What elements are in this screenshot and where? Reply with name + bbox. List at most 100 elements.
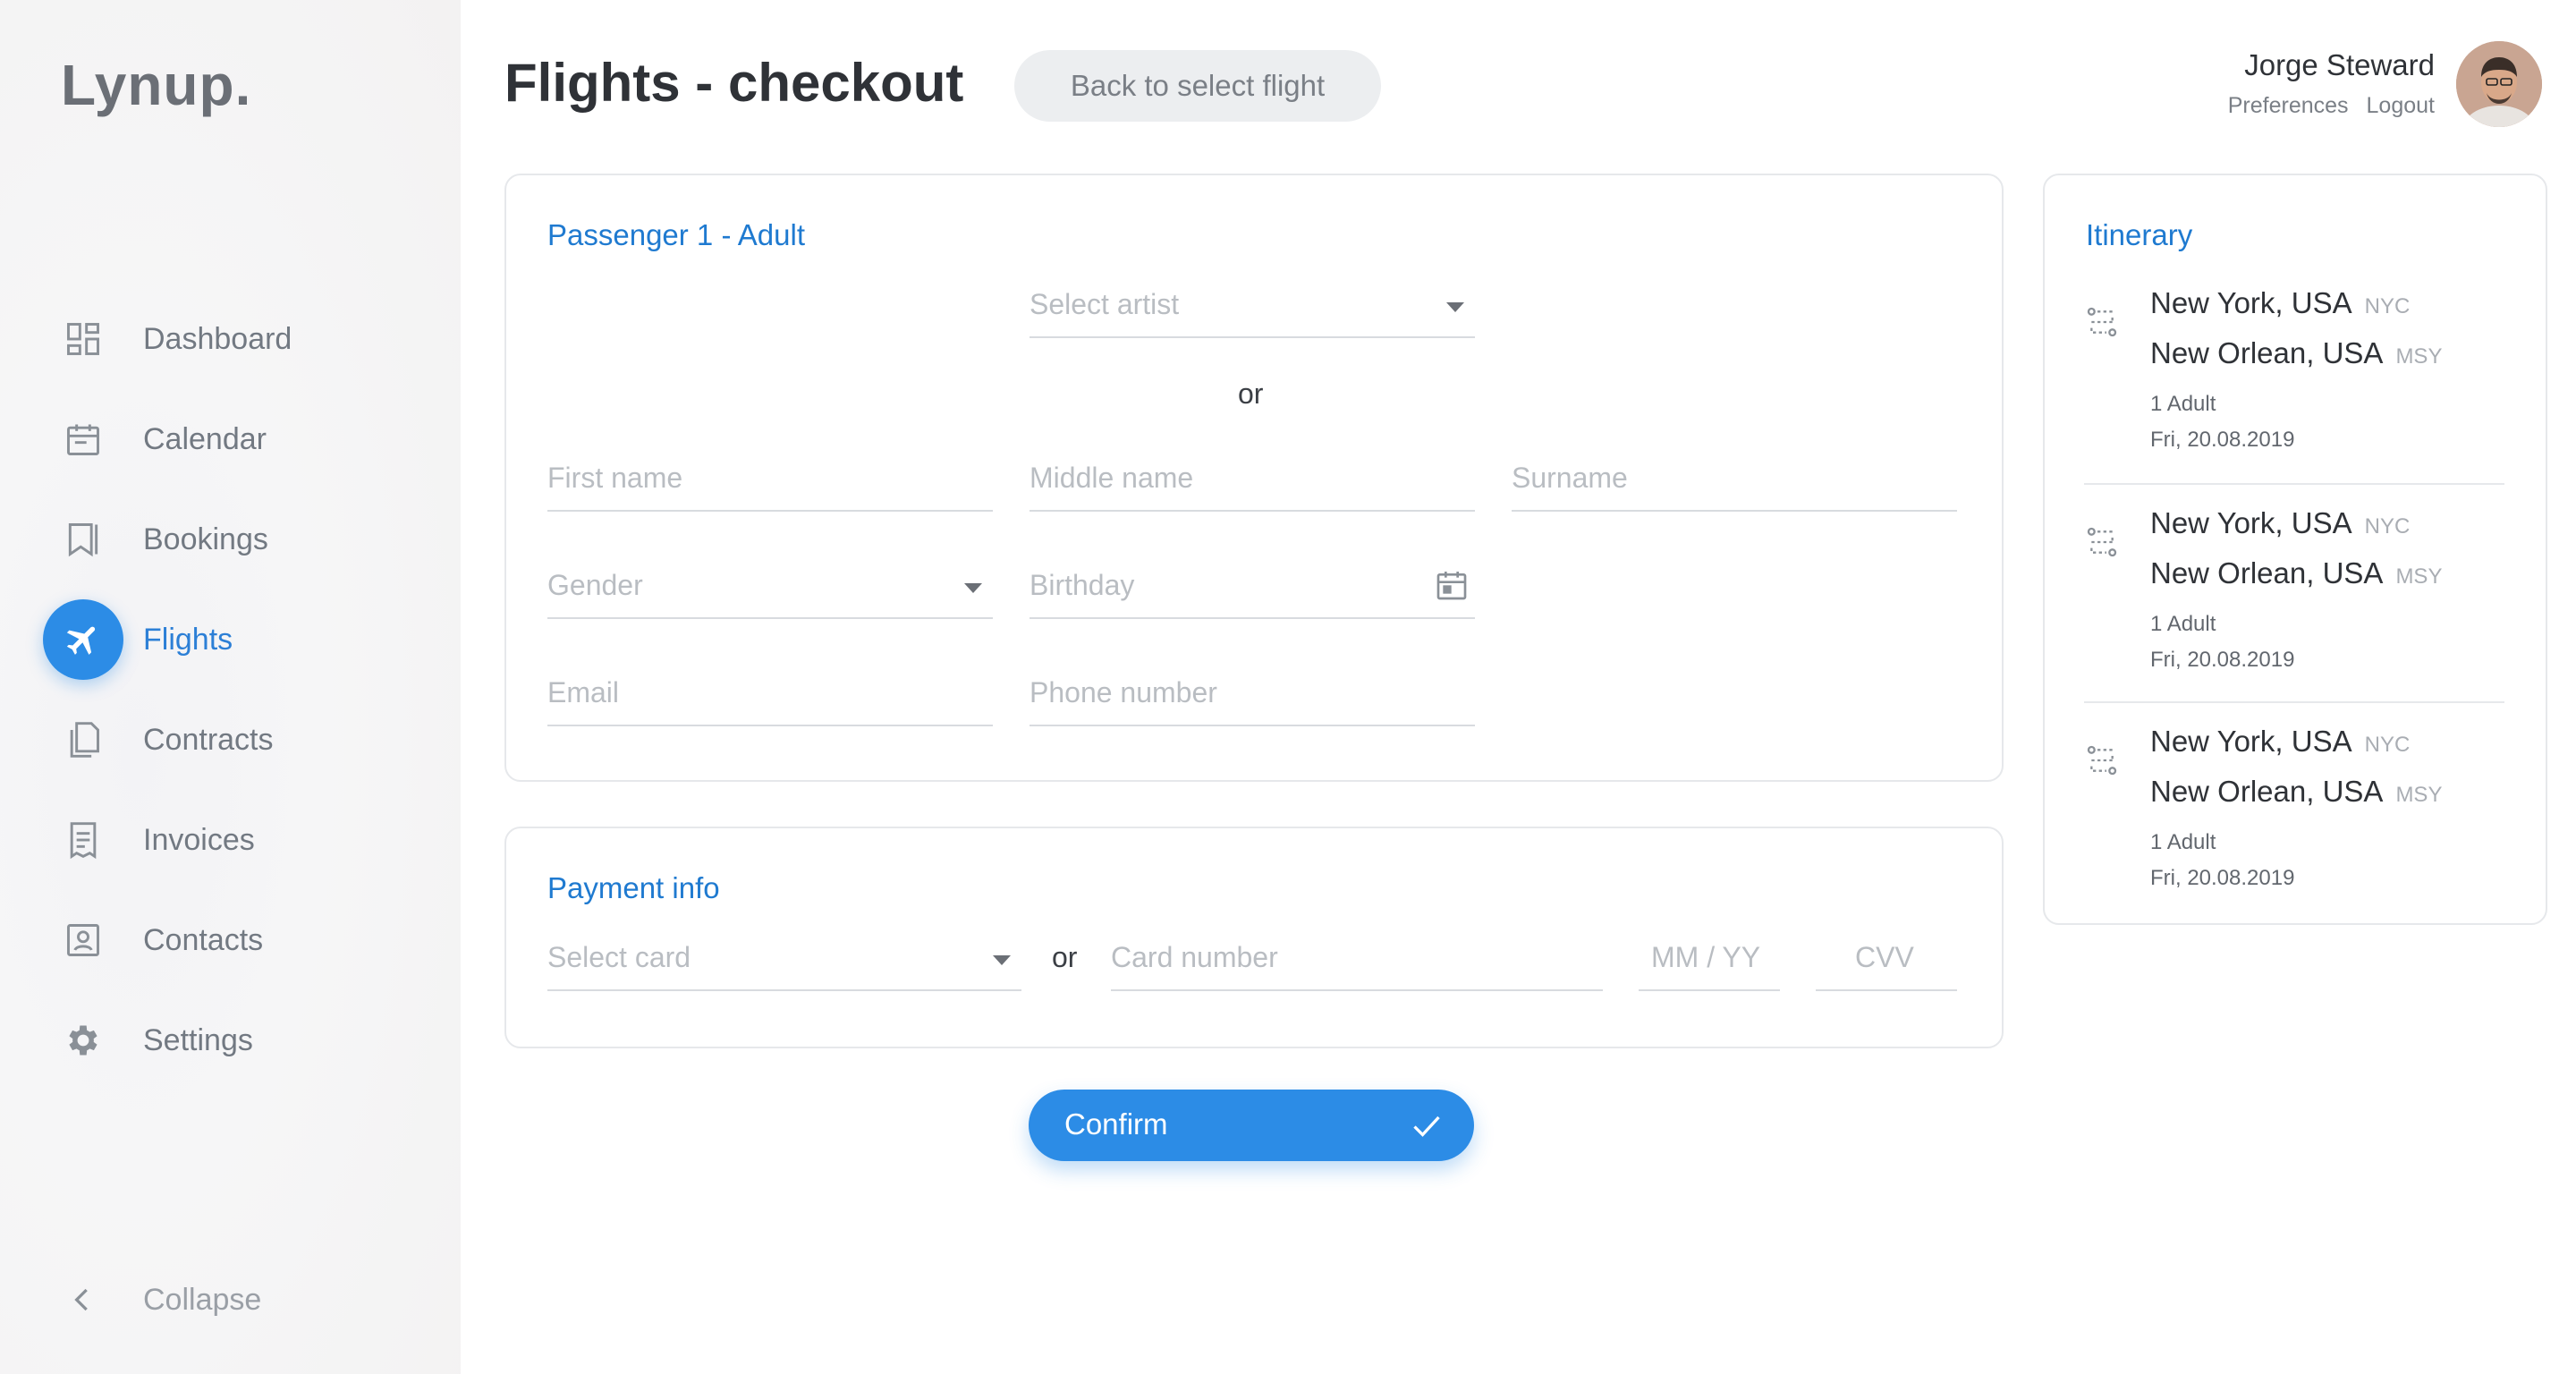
sidebar-item-label: Contracts bbox=[143, 722, 274, 757]
to-city: New Orlean, USA bbox=[2150, 556, 2384, 589]
to-code: MSY bbox=[2395, 564, 2443, 589]
expiry-input[interactable]: MM / YY bbox=[1639, 936, 1780, 991]
gender-placeholder: Gender bbox=[547, 569, 643, 601]
avatar[interactable] bbox=[2456, 41, 2542, 127]
sidebar-item-dashboard[interactable]: Dashboard bbox=[43, 299, 436, 379]
logout-link[interactable]: Logout bbox=[2367, 93, 2435, 119]
sidebar-item-label: Settings bbox=[143, 1022, 253, 1057]
sidebar-item-settings[interactable]: Settings bbox=[43, 1000, 436, 1081]
caret-down-icon bbox=[1446, 302, 1464, 312]
phone-number-placeholder: Phone number bbox=[1030, 676, 1217, 708]
itinerary-passengers: 1 Adult bbox=[2150, 392, 2216, 416]
airplane-icon bbox=[43, 599, 123, 680]
from-code: NYC bbox=[2364, 294, 2411, 318]
cvv-placeholder: CVV bbox=[1855, 941, 1914, 973]
itinerary-passengers: 1 Adult bbox=[2150, 612, 2216, 636]
sidebar-item-label: Invoices bbox=[143, 822, 255, 857]
from-city: New York, USA bbox=[2150, 725, 2352, 758]
email-placeholder: Email bbox=[547, 676, 620, 708]
itinerary-to: New Orlean, USA MSY bbox=[2150, 556, 2442, 590]
calendar-icon[interactable] bbox=[1434, 567, 1470, 603]
back-to-select-flight-button[interactable]: Back to select flight bbox=[1014, 50, 1381, 122]
to-city: New Orlean, USA bbox=[2150, 336, 2384, 369]
invoice-icon bbox=[43, 800, 123, 880]
documents-icon bbox=[43, 700, 123, 780]
email-input[interactable]: Email bbox=[547, 671, 993, 726]
route-icon bbox=[2087, 745, 2117, 776]
itinerary-to: New Orlean, USA MSY bbox=[2150, 336, 2442, 370]
itinerary-to: New Orlean, USA MSY bbox=[2150, 775, 2442, 809]
birthday-placeholder: Birthday bbox=[1030, 569, 1135, 601]
sidebar-item-contracts[interactable]: Contracts bbox=[43, 700, 436, 780]
preferences-link[interactable]: Preferences bbox=[2228, 93, 2349, 119]
caret-down-icon bbox=[993, 955, 1011, 965]
itinerary-from: New York, USA NYC bbox=[2150, 725, 2410, 759]
sidebar-item-contacts[interactable]: Contacts bbox=[43, 900, 436, 980]
or-label: or bbox=[1052, 941, 1078, 973]
surname-placeholder: Surname bbox=[1512, 462, 1628, 494]
select-card-placeholder: Select card bbox=[547, 941, 691, 973]
select-artist-dropdown[interactable]: Select artist bbox=[1030, 283, 1475, 338]
sidebar-item-label: Flights bbox=[143, 622, 233, 657]
app-logo: Lynup. bbox=[61, 53, 252, 117]
route-icon bbox=[2087, 307, 2117, 337]
passenger-title: Passenger 1 - Adult bbox=[547, 218, 806, 251]
expiry-placeholder: MM / YY bbox=[1651, 941, 1761, 973]
itinerary-date: Fri, 20.08.2019 bbox=[2150, 428, 2295, 452]
phone-number-input[interactable]: Phone number bbox=[1030, 671, 1475, 726]
middle-name-placeholder: Middle name bbox=[1030, 462, 1194, 494]
sidebar-item-label: Dashboard bbox=[143, 321, 292, 356]
chevron-left-icon bbox=[43, 1260, 123, 1340]
confirm-label: Confirm bbox=[1064, 1107, 1168, 1141]
from-code: NYC bbox=[2364, 733, 2411, 757]
cvv-input[interactable]: CVV bbox=[1816, 936, 1957, 991]
sidebar: Lynup. Dashboard Calendar Bookings Fligh… bbox=[0, 0, 461, 1374]
middle-name-input[interactable]: Middle name bbox=[1030, 456, 1475, 512]
collapse-button[interactable]: Collapse bbox=[43, 1260, 436, 1340]
collapse-label: Collapse bbox=[143, 1282, 262, 1317]
itinerary-from: New York, USA NYC bbox=[2150, 286, 2410, 320]
first-name-input[interactable]: First name bbox=[547, 456, 993, 512]
sidebar-item-bookings[interactable]: Bookings bbox=[43, 499, 436, 580]
divider bbox=[2084, 483, 2504, 485]
sidebar-item-flights[interactable]: Flights bbox=[43, 599, 436, 680]
sidebar-item-invoices[interactable]: Invoices bbox=[43, 800, 436, 880]
contact-card-icon bbox=[43, 900, 123, 980]
sidebar-item-label: Calendar bbox=[143, 421, 267, 456]
select-artist-placeholder: Select artist bbox=[1030, 288, 1180, 320]
route-icon bbox=[2087, 527, 2117, 557]
sidebar-item-calendar[interactable]: Calendar bbox=[43, 399, 436, 479]
bookmark-icon bbox=[43, 499, 123, 580]
sidebar-item-label: Contacts bbox=[143, 922, 264, 957]
gender-dropdown[interactable]: Gender bbox=[547, 564, 993, 619]
payment-title: Payment info bbox=[547, 871, 720, 904]
first-name-placeholder: First name bbox=[547, 462, 683, 494]
confirm-button[interactable]: Confirm bbox=[1029, 1090, 1474, 1161]
gear-icon bbox=[43, 1000, 123, 1081]
sidebar-item-label: Bookings bbox=[143, 522, 268, 556]
from-city: New York, USA bbox=[2150, 506, 2352, 539]
or-label: or bbox=[1238, 377, 1264, 410]
itinerary-date: Fri, 20.08.2019 bbox=[2150, 648, 2295, 672]
dashboard-icon bbox=[43, 299, 123, 379]
card-number-input[interactable]: Card number bbox=[1111, 936, 1603, 991]
card-number-placeholder: Card number bbox=[1111, 941, 1278, 973]
surname-input[interactable]: Surname bbox=[1512, 456, 1957, 512]
user-links: Preferences Logout bbox=[2228, 93, 2435, 119]
to-code: MSY bbox=[2395, 783, 2443, 807]
itinerary-title: Itinerary bbox=[2086, 218, 2193, 251]
caret-down-icon bbox=[964, 583, 982, 593]
birthday-input[interactable]: Birthday bbox=[1030, 564, 1475, 619]
page-title: Flights - checkout bbox=[504, 53, 964, 113]
divider bbox=[2084, 701, 2504, 703]
to-code: MSY bbox=[2395, 344, 2443, 369]
itinerary-date: Fri, 20.08.2019 bbox=[2150, 866, 2295, 890]
calendar-icon bbox=[43, 399, 123, 479]
check-icon bbox=[1413, 1115, 1440, 1137]
select-card-dropdown[interactable]: Select card bbox=[547, 936, 1021, 991]
user-name: Jorge Steward bbox=[2244, 48, 2435, 81]
to-city: New Orlean, USA bbox=[2150, 775, 2384, 808]
from-code: NYC bbox=[2364, 514, 2411, 539]
from-city: New York, USA bbox=[2150, 286, 2352, 319]
itinerary-passengers: 1 Adult bbox=[2150, 830, 2216, 854]
